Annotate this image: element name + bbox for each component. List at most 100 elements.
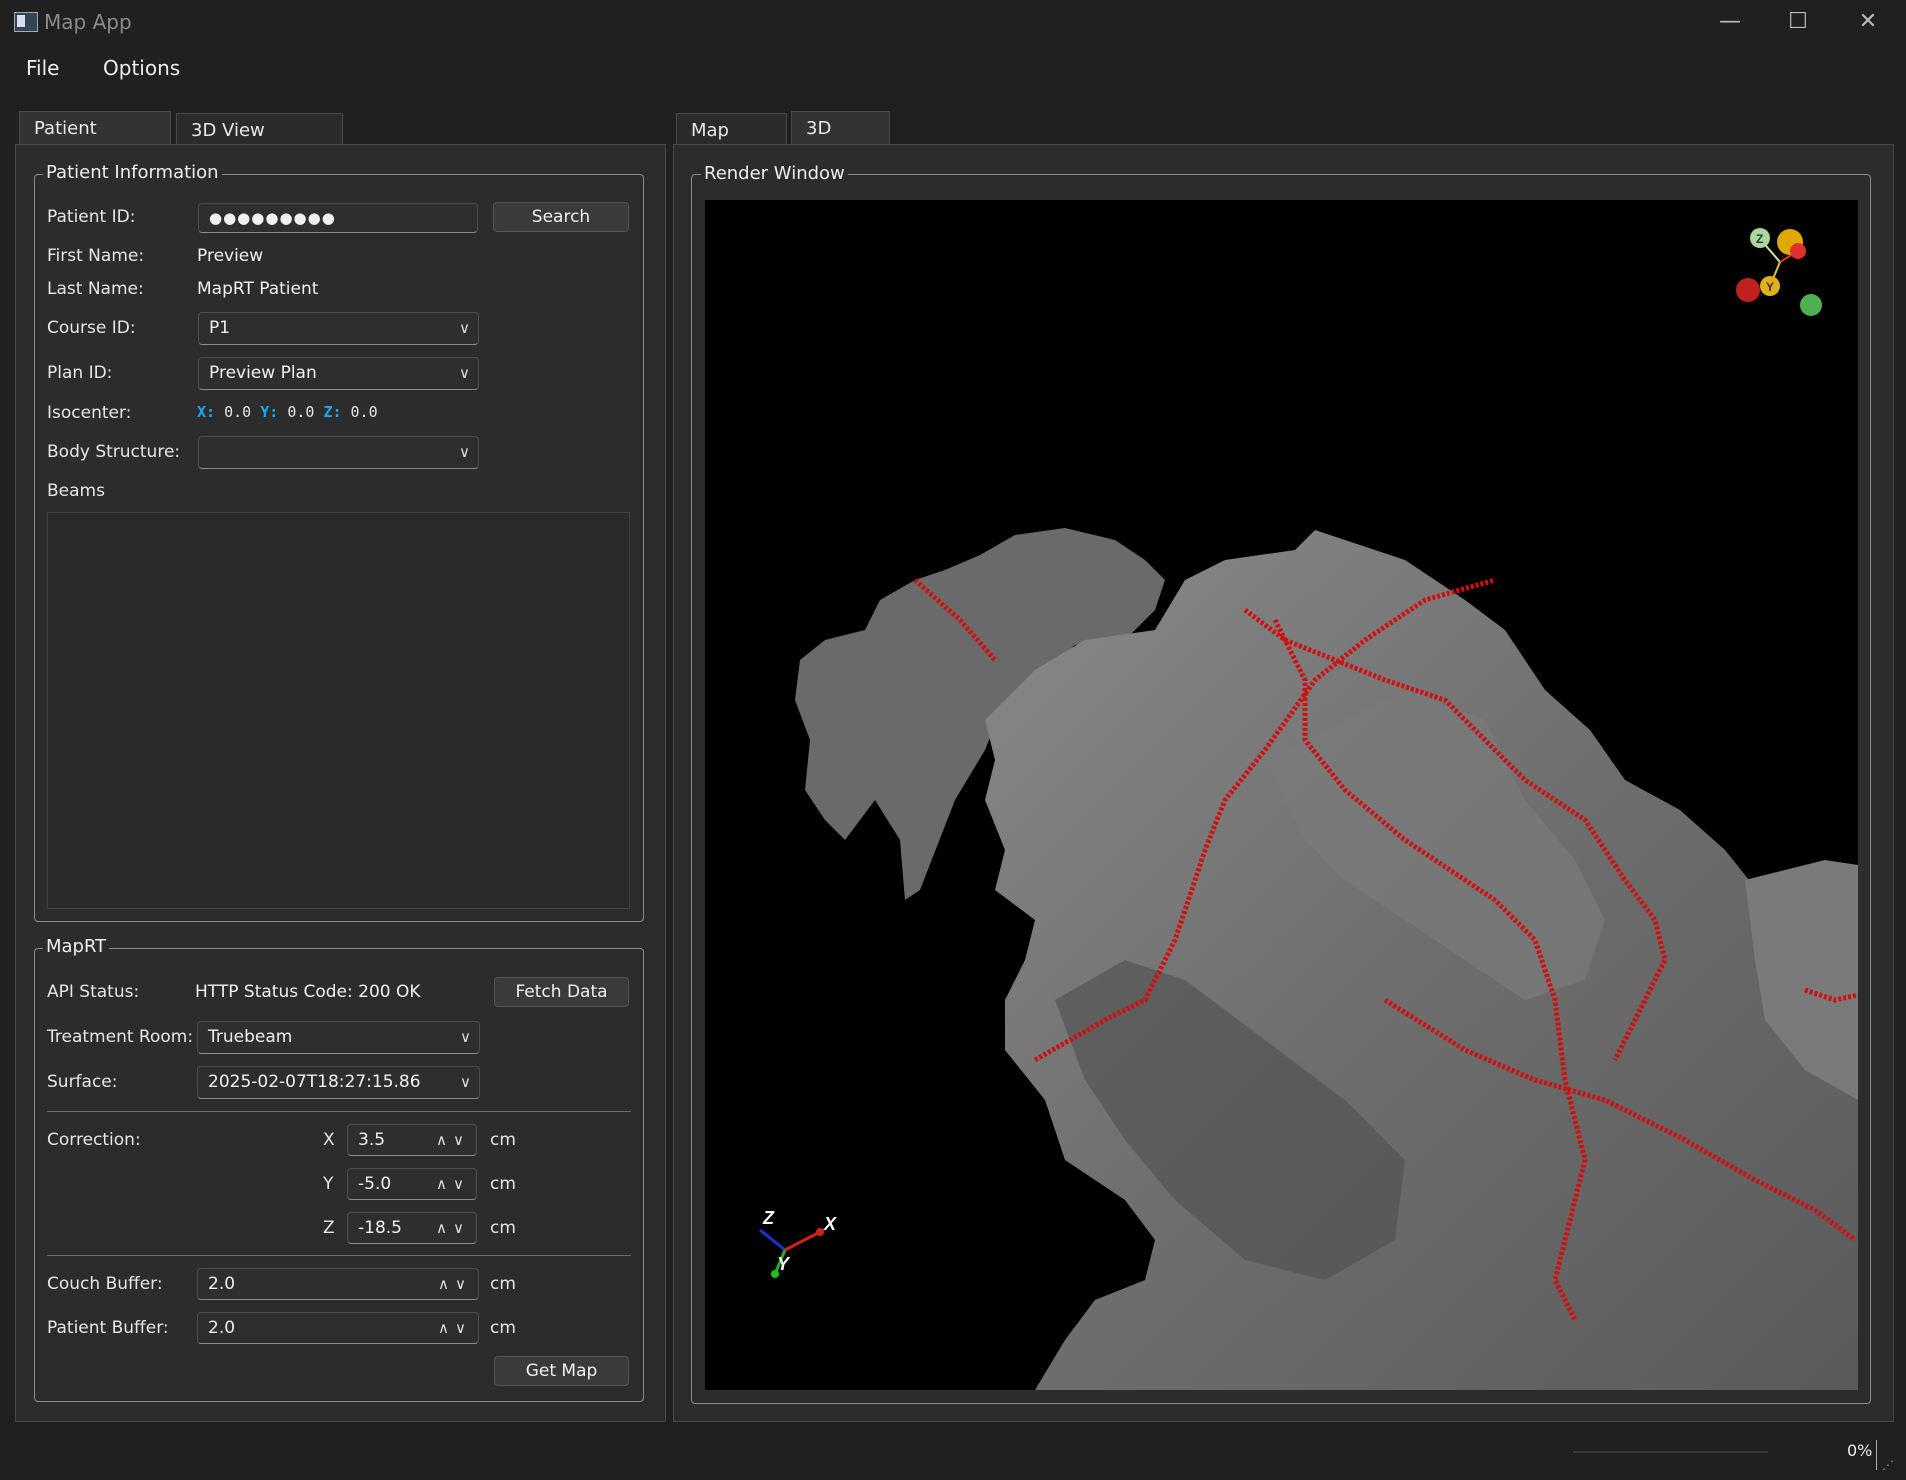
close-button[interactable]: ✕ <box>1838 6 1898 38</box>
plan-id-value: Preview Plan <box>209 363 317 383</box>
patient-id-label: Patient ID: <box>47 207 136 227</box>
spin-arrows-icon[interactable]: ∧∨ <box>438 1269 472 1299</box>
tab-map-view[interactable]: Map View <box>676 113 787 175</box>
patient-buffer-unit: cm <box>490 1318 516 1338</box>
correction-x-axis: X <box>323 1130 335 1150</box>
orientation-x-dot <box>1790 243 1806 259</box>
iso-x-key: X: <box>197 403 216 421</box>
beams-label: Beams <box>47 481 105 501</box>
spin-arrows-icon[interactable]: ∧∨ <box>436 1213 470 1243</box>
menu-bar <box>0 44 1906 94</box>
api-status-label: API Status: <box>47 982 140 1002</box>
correction-y-axis: Y <box>323 1174 334 1194</box>
spin-arrows-icon[interactable]: ∧∨ <box>436 1169 470 1199</box>
patient-buffer-spinbox[interactable]: 2.0 ∧∨ <box>197 1312 479 1344</box>
chevron-down-icon: ∨ <box>459 443 470 461</box>
maximize-button[interactable]: ☐ <box>1768 6 1828 38</box>
status-divider <box>1876 1440 1877 1470</box>
spin-arrows-icon[interactable]: ∧∨ <box>436 1125 470 1155</box>
correction-x-unit: cm <box>490 1130 516 1150</box>
menu-options[interactable]: Options <box>103 56 180 80</box>
progress-bar <box>1573 1451 1768 1453</box>
api-status-value: HTTP Status Code: 200 OK <box>195 982 421 1002</box>
correction-x-spinbox[interactable]: 3.5 ∧∨ <box>347 1124 477 1156</box>
plan-id-label: Plan ID: <box>47 363 113 383</box>
course-id-label: Course ID: <box>47 318 136 338</box>
couch-buffer-label: Couch Buffer: <box>47 1274 163 1294</box>
last-name-label: Last Name: <box>47 279 144 299</box>
menu-file[interactable]: File <box>26 56 59 80</box>
chevron-down-icon: ∨ <box>459 364 470 382</box>
last-name-value: MapRT Patient <box>197 279 319 299</box>
progress-percent: 0% <box>1847 1441 1873 1460</box>
beams-list[interactable] <box>47 512 630 909</box>
tab-3d-view[interactable]: 3D View <box>791 111 890 173</box>
correction-label: Correction: <box>47 1130 141 1150</box>
orientation-y-neg-dot <box>1736 278 1760 302</box>
couch-buffer-spinbox[interactable]: 2.0 ∧∨ <box>197 1268 479 1300</box>
first-name-value: Preview <box>197 246 264 266</box>
separator <box>47 1111 631 1112</box>
surface-render: Z Y Z X Y <box>759 228 1858 1390</box>
first-name-label: First Name: <box>47 246 145 266</box>
correction-x-value: 3.5 <box>358 1130 386 1150</box>
tab-patient-context[interactable]: Patient Context <box>19 111 171 173</box>
iso-y-value: 0.0 <box>287 403 315 421</box>
axis-x-label: X <box>823 1214 837 1234</box>
head-surface <box>985 530 1858 1390</box>
chevron-down-icon: ∨ <box>459 319 470 337</box>
surface-label: Surface: <box>47 1072 118 1092</box>
treatment-room-value: Truebeam <box>208 1027 293 1047</box>
get-map-button[interactable]: Get Map <box>494 1356 629 1386</box>
surface-value: 2025-02-07T18:27:15.86 <box>208 1072 421 1092</box>
patient-id-input[interactable]: ●●●●●●●●● <box>198 203 478 233</box>
isocenter-values: X: 0.0 Y: 0.0 Z: 0.0 <box>197 403 378 421</box>
chevron-down-icon: ∨ <box>460 1073 471 1091</box>
title-bar <box>0 0 1906 44</box>
fetch-data-button[interactable]: Fetch Data <box>494 977 629 1007</box>
correction-z-value: -18.5 <box>358 1218 402 1238</box>
axes-triad: Z X Y <box>759 1208 837 1278</box>
widget-z-label: Z <box>1756 232 1763 246</box>
separator <box>47 1255 631 1256</box>
correction-y-unit: cm <box>490 1174 516 1194</box>
axis-z-label: Z <box>762 1208 775 1228</box>
correction-z-spinbox[interactable]: -18.5 ∧∨ <box>347 1212 477 1244</box>
course-id-value: P1 <box>209 318 231 338</box>
minimize-button[interactable]: — <box>1700 6 1760 38</box>
patient-buffer-label: Patient Buffer: <box>47 1318 169 1338</box>
isocenter-label: Isocenter: <box>47 403 132 423</box>
render-viewport[interactable]: Z Y Z X Y <box>705 200 1858 1390</box>
axis-y-label: Y <box>777 1254 791 1274</box>
treatment-room-label: Treatment Room: <box>47 1027 194 1047</box>
patient-buffer-value: 2.0 <box>208 1318 236 1338</box>
chevron-down-icon: ∨ <box>460 1028 471 1046</box>
correction-y-spinbox[interactable]: -5.0 ∧∨ <box>347 1168 477 1200</box>
body-structure-select[interactable]: ∨ <box>198 436 479 469</box>
app-icon <box>14 12 38 32</box>
treatment-room-select[interactable]: Truebeam ∨ <box>197 1021 480 1054</box>
patient-information-title: Patient Information <box>43 162 222 183</box>
tab-3d-view-settings[interactable]: 3D View Settings <box>176 113 343 175</box>
search-button[interactable]: Search <box>493 202 629 232</box>
couch-buffer-unit: cm <box>490 1274 516 1294</box>
maprt-title: MapRT <box>43 936 110 957</box>
correction-z-unit: cm <box>490 1218 516 1238</box>
correction-y-value: -5.0 <box>358 1174 392 1194</box>
widget-y-label: Y <box>1766 280 1774 294</box>
course-id-select[interactable]: P1 ∨ <box>198 312 479 345</box>
resize-grip-icon[interactable]: ⋰ <box>1882 1458 1894 1472</box>
correction-z-axis: Z <box>323 1218 335 1238</box>
iso-z-value: 0.0 <box>350 403 378 421</box>
render-window-title: Render Window <box>701 163 848 184</box>
orientation-widget[interactable]: Z Y <box>1736 228 1822 316</box>
plan-id-select[interactable]: Preview Plan ∨ <box>198 357 479 390</box>
iso-z-key: Z: <box>323 403 342 421</box>
body-structure-label: Body Structure: <box>47 442 181 462</box>
iso-y-key: Y: <box>260 403 279 421</box>
orientation-z-neg-dot <box>1800 294 1822 316</box>
iso-x-value: 0.0 <box>224 403 252 421</box>
surface-select[interactable]: 2025-02-07T18:27:15.86 ∨ <box>197 1066 480 1099</box>
window-title: Map App <box>44 10 132 34</box>
spin-arrows-icon[interactable]: ∧∨ <box>438 1313 472 1343</box>
